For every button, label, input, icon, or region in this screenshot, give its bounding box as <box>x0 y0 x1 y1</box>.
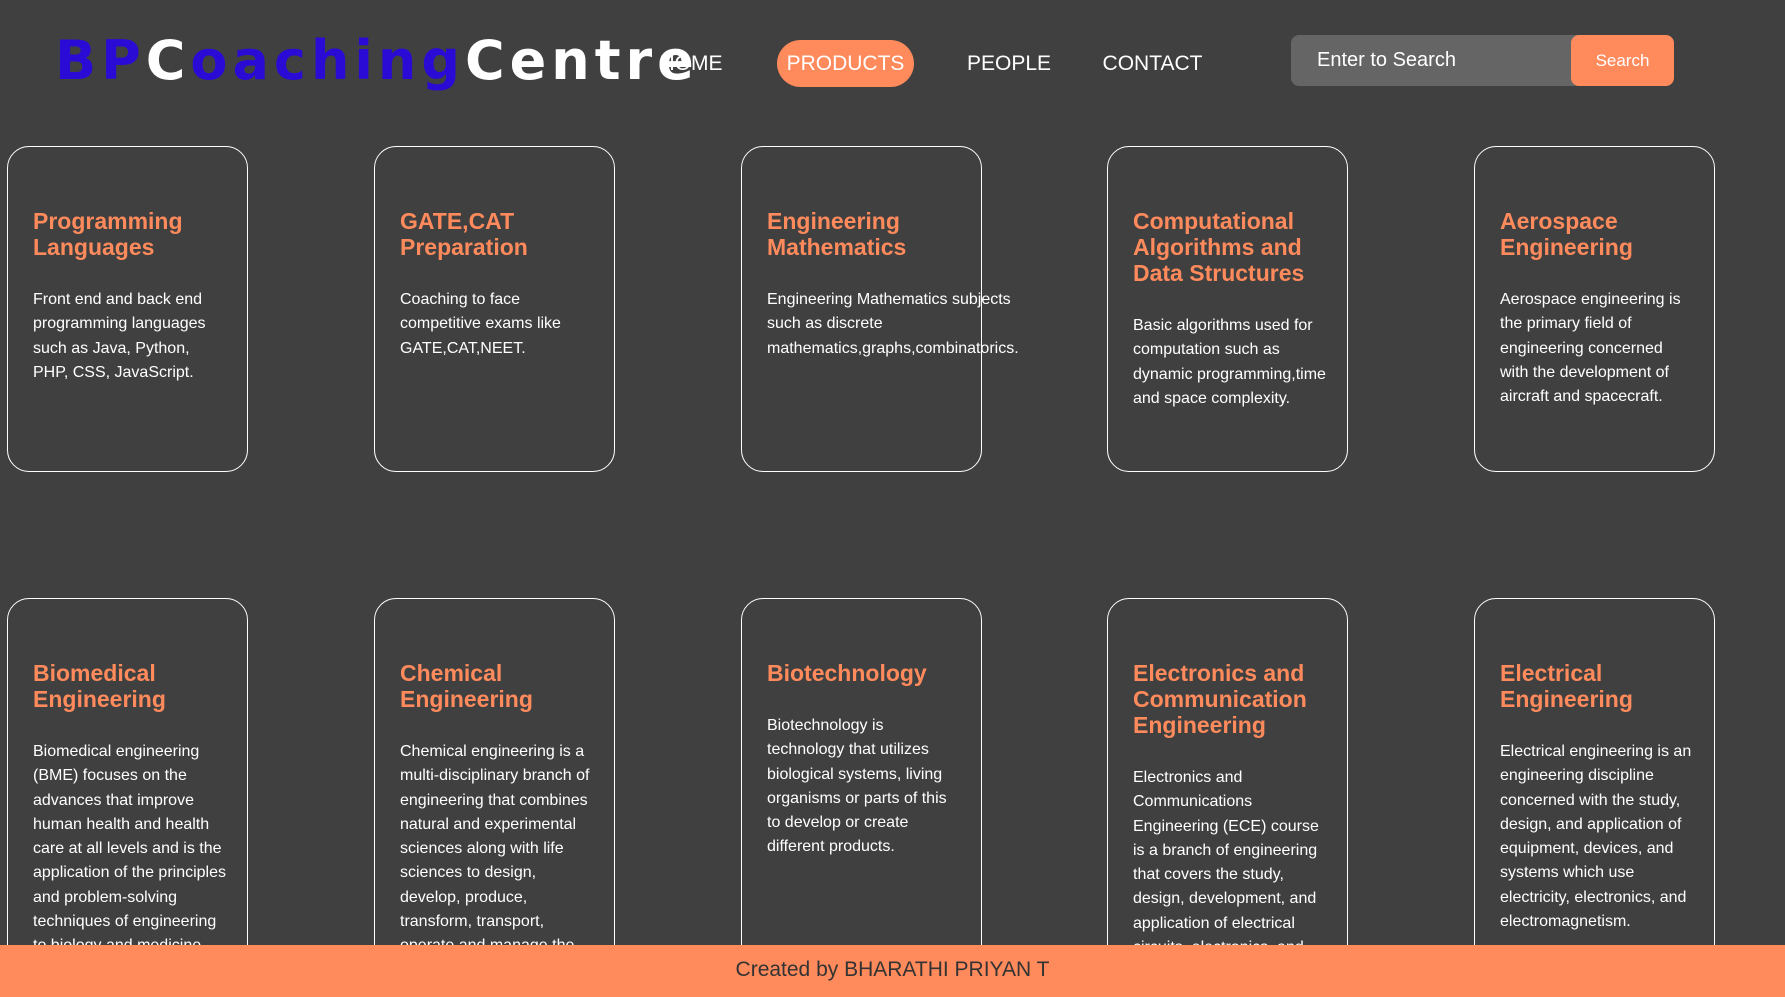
course-card-engineering-mathematics[interactable]: Engineering Mathematics Engineering Math… <box>741 146 1019 472</box>
footer: Created by BHARATHI PRIYAN T <box>0 945 1785 997</box>
card-title: Engineering Mathematics <box>767 208 907 260</box>
card-description: Aerospace engineering is the primary fie… <box>1500 291 1681 406</box>
course-card-ece[interactable]: Electronics and Communication Engineerin… <box>1107 598 1348 997</box>
card-title: Programming Languages <box>33 208 183 260</box>
card-description: Biotechnology is technology that utilize… <box>767 717 947 856</box>
nav-home-link[interactable]: HOME <box>650 40 732 87</box>
card-title: Electrical Engineering <box>1500 660 1633 712</box>
card-description: Electrical engineering is an engineering… <box>1500 743 1692 931</box>
course-card-algorithms[interactable]: Computational Algorithms and Data Struct… <box>1107 146 1348 472</box>
course-card-gate-cat[interactable]: GATE,CAT Preparation Coaching to face co… <box>374 146 615 472</box>
nav-people-link[interactable]: PEOPLE <box>958 40 1060 87</box>
card-description: Biomedical engineering (BME) focuses on … <box>33 743 227 954</box>
card-title: Chemical Engineering <box>400 660 533 712</box>
card-description: Coaching to face competitive exams like … <box>400 291 561 357</box>
card-title: Electronics and Communication Engineerin… <box>1133 660 1307 738</box>
logo-part-bp: BP <box>55 29 146 92</box>
course-card-biotechnology[interactable]: Biotechnology Biotechnology is technolog… <box>741 598 982 997</box>
course-card-electrical[interactable]: Electrical Engineering Electrical engine… <box>1474 598 1715 997</box>
card-title: Biotechnology <box>767 660 927 686</box>
card-description: Front end and back end programming langu… <box>33 291 206 381</box>
nav-contact-link[interactable]: CONTACT <box>1095 40 1210 87</box>
card-title: Aerospace Engineering <box>1500 208 1633 260</box>
search-bar: Search <box>1291 35 1674 86</box>
footer-credit: Created by BHARATHI PRIYAN T <box>735 958 1050 981</box>
card-title: Biomedical Engineering <box>33 660 166 712</box>
search-input[interactable] <box>1291 35 1571 86</box>
card-description: Engineering Mathematics subjects such as… <box>767 291 1019 357</box>
logo-part-c: C <box>145 29 191 92</box>
search-button[interactable]: Search <box>1571 35 1674 86</box>
course-card-biomedical[interactable]: Biomedical Engineering Biomedical engine… <box>7 598 248 997</box>
card-title: Computational Algorithms and Data Struct… <box>1133 208 1305 286</box>
nav-products-link[interactable]: PRODUCTS <box>777 40 914 87</box>
card-description: Basic algorithms used for computation su… <box>1133 317 1326 407</box>
course-card-chemical[interactable]: Chemical Engineering Chemical engineerin… <box>374 598 615 997</box>
page: BPCoachingCentre HOME PRODUCTS PEOPLE CO… <box>0 0 1785 997</box>
site-logo[interactable]: BPCoachingCentre <box>55 26 699 96</box>
course-card-programming-languages[interactable]: Programming Languages Front end and back… <box>7 146 248 472</box>
course-card-aerospace[interactable]: Aerospace Engineering Aerospace engineer… <box>1474 146 1715 472</box>
logo-part-oaching: oaching <box>190 29 465 92</box>
card-title: GATE,CAT Preparation <box>400 208 528 260</box>
